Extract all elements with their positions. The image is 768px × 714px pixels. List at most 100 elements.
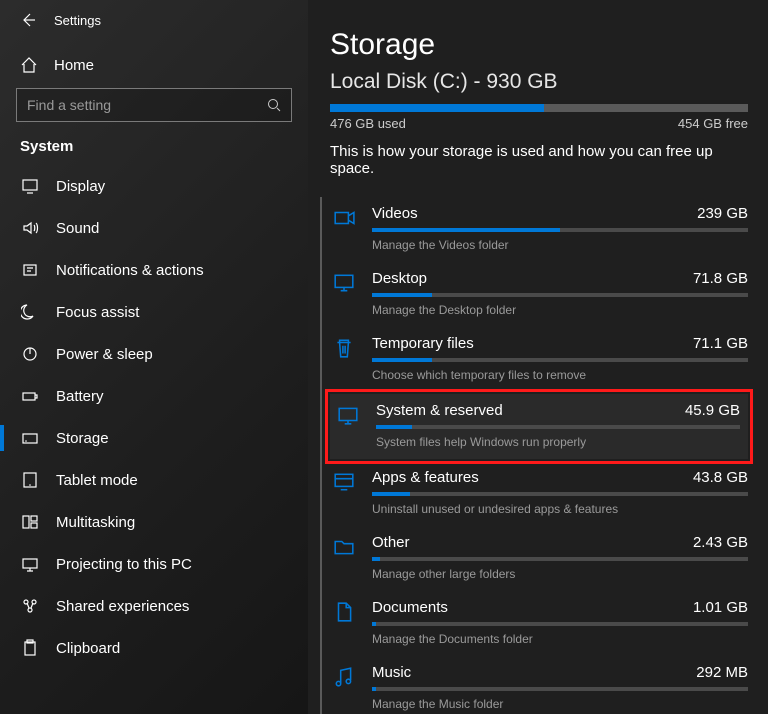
category-sub: Manage other large folders	[372, 567, 748, 581]
category-bar	[376, 425, 740, 429]
category-name: Desktop	[372, 270, 427, 287]
search-icon	[267, 98, 281, 112]
notifications-icon	[20, 261, 40, 279]
home-icon	[20, 56, 38, 74]
storage-icon	[20, 429, 40, 447]
power-icon	[20, 345, 40, 363]
category-sub: Manage the Videos folder	[372, 238, 748, 252]
system-icon	[334, 402, 362, 449]
display-icon	[20, 177, 40, 195]
nav-item-notifications-actions[interactable]: Notifications & actions	[0, 249, 308, 291]
search-input[interactable]	[27, 97, 267, 113]
nav-item-shared-experiences[interactable]: Shared experiences	[0, 585, 308, 627]
tablet-icon	[20, 471, 40, 489]
category-sub: Manage the Music folder	[372, 697, 748, 711]
shared-icon	[20, 597, 40, 615]
nav-item-focus-assist[interactable]: Focus assist	[0, 291, 308, 333]
home-label: Home	[54, 57, 94, 74]
category-sub: System files help Windows run properly	[376, 435, 740, 449]
category-music[interactable]: Music 292 MB Manage the Music folder	[330, 656, 748, 714]
category-bar	[372, 358, 748, 362]
category-size: 43.8 GB	[693, 469, 748, 486]
focus-icon	[20, 303, 40, 321]
window-title: Settings	[54, 13, 101, 28]
category-name: Documents	[372, 599, 448, 616]
nav-item-clipboard[interactable]: Clipboard	[0, 627, 308, 669]
category-name: Temporary files	[372, 335, 474, 352]
nav-list: Display Sound Notifications & actions Focus…	[0, 165, 308, 669]
category-bar	[372, 557, 748, 561]
nav-label: Power & sleep	[56, 346, 153, 363]
desktop-icon	[330, 270, 358, 317]
nav-item-power-sleep[interactable]: Power & sleep	[0, 333, 308, 375]
nav-label: Shared experiences	[56, 598, 189, 615]
category-bar	[372, 228, 748, 232]
section-label: System	[0, 138, 308, 165]
category-videos[interactable]: Videos 239 GB Manage the Videos folder	[330, 197, 748, 262]
disk-usage-fill	[330, 104, 544, 112]
category-size: 2.43 GB	[693, 534, 748, 551]
disk-usage-labels: 476 GB used 454 GB free	[330, 116, 748, 131]
category-desktop[interactable]: Desktop 71.8 GB Manage the Desktop folde…	[330, 262, 748, 327]
multitask-icon	[20, 513, 40, 531]
folder-icon	[330, 534, 358, 581]
trash-icon	[330, 335, 358, 382]
nav-item-display[interactable]: Display	[0, 165, 308, 207]
music-icon	[330, 664, 358, 711]
page-title: Storage	[330, 28, 748, 62]
back-button[interactable]	[20, 12, 36, 28]
category-other[interactable]: Other 2.43 GB Manage other large folders	[330, 526, 748, 591]
category-size: 71.8 GB	[693, 270, 748, 287]
main-content: Storage Local Disk (C:) - 930 GB 476 GB …	[308, 0, 768, 714]
category-name: Music	[372, 664, 411, 681]
category-apps-features[interactable]: Apps & features 43.8 GB Uninstall unused…	[330, 461, 748, 526]
free-label: 454 GB free	[678, 116, 748, 131]
category-temporary-files[interactable]: Temporary files 71.1 GB Choose which tem…	[330, 327, 748, 392]
nav-item-sound[interactable]: Sound	[0, 207, 308, 249]
nav-label: Storage	[56, 430, 109, 447]
used-label: 476 GB used	[330, 116, 406, 131]
home-nav[interactable]: Home	[0, 46, 308, 88]
sound-icon	[20, 219, 40, 237]
category-size: 1.01 GB	[693, 599, 748, 616]
category-name: Videos	[372, 205, 418, 222]
disk-usage-bar	[330, 104, 748, 112]
category-name: Apps & features	[372, 469, 479, 486]
battery-icon	[20, 387, 40, 405]
document-icon	[330, 599, 358, 646]
clipboard-icon	[20, 639, 40, 657]
category-bar	[372, 687, 748, 691]
sidebar: Settings Home System Display Sound Notific…	[0, 0, 308, 714]
category-sub: Uninstall unused or undesired apps & fea…	[372, 502, 748, 516]
nav-item-tablet-mode[interactable]: Tablet mode	[0, 459, 308, 501]
category-system-reserved[interactable]: System & reserved 45.9 GB System files h…	[330, 394, 748, 459]
nav-item-projecting-to-this-pc[interactable]: Projecting to this PC	[0, 543, 308, 585]
nav-item-battery[interactable]: Battery	[0, 375, 308, 417]
nav-item-multitasking[interactable]: Multitasking	[0, 501, 308, 543]
nav-label: Sound	[56, 220, 99, 237]
category-bar	[372, 492, 748, 496]
apps-icon	[330, 469, 358, 516]
nav-label: Projecting to this PC	[56, 556, 192, 573]
category-sub: Manage the Desktop folder	[372, 303, 748, 317]
nav-label: Clipboard	[56, 640, 120, 657]
page-subtitle: Local Disk (C:) - 930 GB	[330, 70, 748, 94]
scrollbar[interactable]	[320, 197, 322, 714]
nav-label: Battery	[56, 388, 104, 405]
category-size: 71.1 GB	[693, 335, 748, 352]
category-size: 239 GB	[697, 205, 748, 222]
page-description: This is how your storage is used and how…	[330, 143, 748, 177]
video-icon	[330, 205, 358, 252]
nav-label: Tablet mode	[56, 472, 138, 489]
nav-label: Notifications & actions	[56, 262, 204, 279]
search-box[interactable]	[16, 88, 292, 122]
category-size: 45.9 GB	[685, 402, 740, 419]
category-size: 292 MB	[696, 664, 748, 681]
titlebar: Settings	[0, 0, 308, 46]
category-sub: Manage the Documents folder	[372, 632, 748, 646]
nav-item-storage[interactable]: Storage	[0, 417, 308, 459]
nav-label: Display	[56, 178, 105, 195]
category-name: System & reserved	[376, 402, 503, 419]
category-documents[interactable]: Documents 1.01 GB Manage the Documents f…	[330, 591, 748, 656]
nav-label: Focus assist	[56, 304, 139, 321]
